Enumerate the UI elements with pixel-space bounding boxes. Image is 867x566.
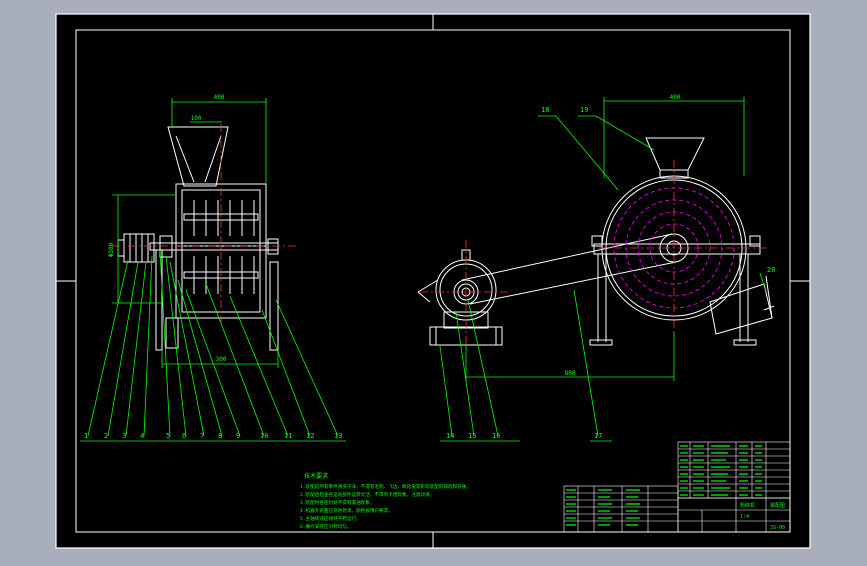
callout-2: 2 <box>104 432 108 440</box>
callout-10: 10 <box>260 432 268 440</box>
technical-notes-title: 技术要求 <box>304 472 328 480</box>
callout-7: 7 <box>200 432 204 440</box>
callout-20: 20 <box>767 266 775 274</box>
drawing-number: JS-00 <box>770 525 785 531</box>
callout-11: 11 <box>284 432 292 440</box>
callout-8: 8 <box>218 432 222 440</box>
callout-13: 13 <box>334 432 342 440</box>
callout-16: 16 <box>492 432 500 440</box>
callout-1: 1 <box>84 432 88 440</box>
drawing-name: 粉碎机 <box>740 502 755 509</box>
dim-front-top-width: 400 <box>214 94 225 101</box>
callout-4: 4 <box>140 432 144 440</box>
callout-5: 5 <box>166 432 170 440</box>
dim-front-pulley-diameter: Φ380 <box>108 242 115 257</box>
assembly-label: 装配图 <box>770 502 785 509</box>
technical-note-6: 6.锤片安装应对称均匀。 <box>300 523 351 530</box>
callout-15: 15 <box>468 432 476 440</box>
callout-3: 3 <box>122 432 126 440</box>
dim-front-bottom-width: 300 <box>216 356 227 363</box>
callout-18: 18 <box>541 106 549 114</box>
callout-17: 17 <box>594 432 602 440</box>
cad-viewport[interactable]: 400 100 Φ380 300 1 2 3 4 5 6 7 8 9 10 11 12 13 <box>0 0 867 562</box>
callout-14: 14 <box>446 432 454 440</box>
callout-12: 12 <box>306 432 314 440</box>
dim-front-hopper-width: 100 <box>191 115 202 122</box>
technical-note-2: 2.装配后检查各运动部件运转灵活，不得有卡阻现象，注意润滑。 <box>300 491 434 498</box>
dim-side-bottom-width: 800 <box>565 370 576 377</box>
drawing-scale: 1:4 <box>740 514 749 520</box>
callout-9: 9 <box>236 432 240 440</box>
dim-side-top-width: 400 <box>670 94 681 101</box>
callout-19: 19 <box>580 106 588 114</box>
technical-note-3: 3.装配时各密封处不得有漏油现象。 <box>300 499 374 506</box>
technical-note-4: 4.机器外表面应涂防锈漆，颜色按用户要求。 <box>300 507 393 514</box>
callout-6: 6 <box>182 432 186 440</box>
technical-note-1: 1.装配前所有零件清洗干净，不得有毛刺、飞边、氧化皮等影响装配的缺陷和杂质。 <box>300 483 471 490</box>
technical-note-5: 5.主轴转速应保持平稳运行。 <box>300 515 361 522</box>
assembly-drawing: 400 100 Φ380 300 1 2 3 4 5 6 7 8 9 10 11 12 13 <box>55 13 811 549</box>
